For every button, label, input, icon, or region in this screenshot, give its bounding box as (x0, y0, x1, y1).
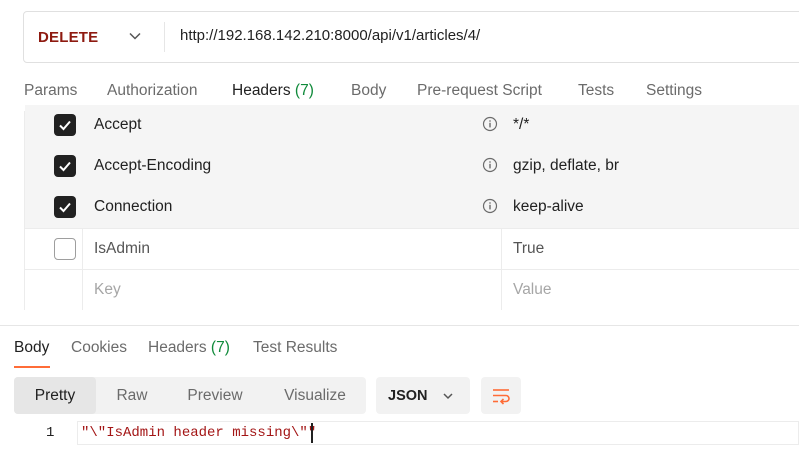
table-row: Accept-Encoding gzip, deflate, br (25, 146, 799, 187)
header-key-input[interactable]: IsAdmin (94, 240, 150, 258)
active-tab-indicator (14, 366, 50, 368)
wrap-lines-button[interactable] (481, 377, 521, 414)
column-divider (82, 229, 83, 269)
table-row: IsAdmin True (25, 228, 799, 269)
tab-pre-request-script[interactable]: Pre-request Script (417, 82, 542, 100)
new-value-input[interactable]: Value (513, 281, 552, 299)
tab-tests[interactable]: Tests (578, 82, 614, 100)
view-pretty-button[interactable]: Pretty (14, 377, 96, 414)
checkmark-icon (59, 161, 71, 172)
column-divider (501, 270, 502, 310)
method-label: DELETE (38, 28, 99, 46)
view-visualize-button[interactable]: Visualize (280, 377, 350, 414)
divider (164, 22, 165, 52)
format-label: JSON (388, 387, 428, 404)
header-value-input[interactable]: True (513, 240, 544, 258)
line-number: 1 (46, 425, 55, 441)
header-key: Accept-Encoding (94, 157, 212, 174)
header-checkbox[interactable] (54, 114, 76, 136)
tab-authorization[interactable]: Authorization (107, 82, 197, 100)
wrap-lines-icon (493, 389, 510, 405)
table-row: Key Value (25, 269, 799, 310)
chevron-down-icon (129, 32, 141, 40)
header-value: gzip, deflate, br (513, 157, 619, 174)
info-icon[interactable] (482, 198, 498, 214)
section-divider (0, 325, 799, 326)
header-checkbox[interactable] (54, 238, 76, 260)
code-line: "\"IsAdmin header missing\"" (81, 425, 317, 441)
response-headers-count: (7) (210, 339, 230, 356)
table-row: Connection keep-alive (25, 187, 799, 228)
format-select[interactable]: JSON (376, 377, 470, 414)
method-select[interactable]: DELETE (24, 12, 164, 62)
view-preview-button[interactable]: Preview (180, 377, 250, 414)
column-divider (501, 229, 502, 269)
checkmark-icon (59, 120, 71, 131)
tab-settings[interactable]: Settings (646, 82, 702, 100)
tab-response-body[interactable]: Body (14, 339, 49, 357)
tab-cookies[interactable]: Cookies (71, 339, 127, 357)
header-key: Accept (94, 116, 142, 133)
info-icon[interactable] (482, 157, 498, 173)
response-body-editor[interactable]: 1 "\"IsAdmin header missing\"" (0, 421, 799, 445)
response-tabs: Body Cookies Headers (7) Test Results (0, 338, 799, 368)
headers-count: (7) (294, 82, 314, 99)
info-icon[interactable] (482, 116, 498, 132)
view-mode-selector: Pretty Raw Preview Visualize (14, 377, 366, 414)
text-cursor (311, 423, 313, 443)
header-key: Connection (94, 198, 173, 215)
tab-test-results[interactable]: Test Results (253, 339, 337, 357)
column-divider (82, 270, 83, 310)
table-row: Accept */* (25, 105, 799, 146)
chevron-down-icon (443, 393, 453, 400)
headers-table: Accept */* Accept-Encoding gzip, deflate… (24, 105, 799, 310)
tab-params[interactable]: Params (24, 82, 77, 100)
header-checkbox[interactable] (54, 196, 76, 218)
header-value: */* (513, 116, 530, 133)
tab-headers[interactable]: Headers (7) (232, 82, 314, 100)
header-checkbox[interactable] (54, 155, 76, 177)
header-value: keep-alive (513, 198, 584, 215)
view-raw-button[interactable]: Raw (108, 377, 156, 414)
checkmark-icon (59, 202, 71, 213)
request-bar: DELETE http://192.168.142.210:8000/api/v… (23, 11, 799, 63)
tab-body[interactable]: Body (351, 82, 386, 100)
tab-response-headers[interactable]: Headers (7) (148, 339, 230, 357)
new-key-input[interactable]: Key (94, 281, 121, 299)
url-input[interactable]: http://192.168.142.210:8000/api/v1/artic… (180, 27, 480, 44)
